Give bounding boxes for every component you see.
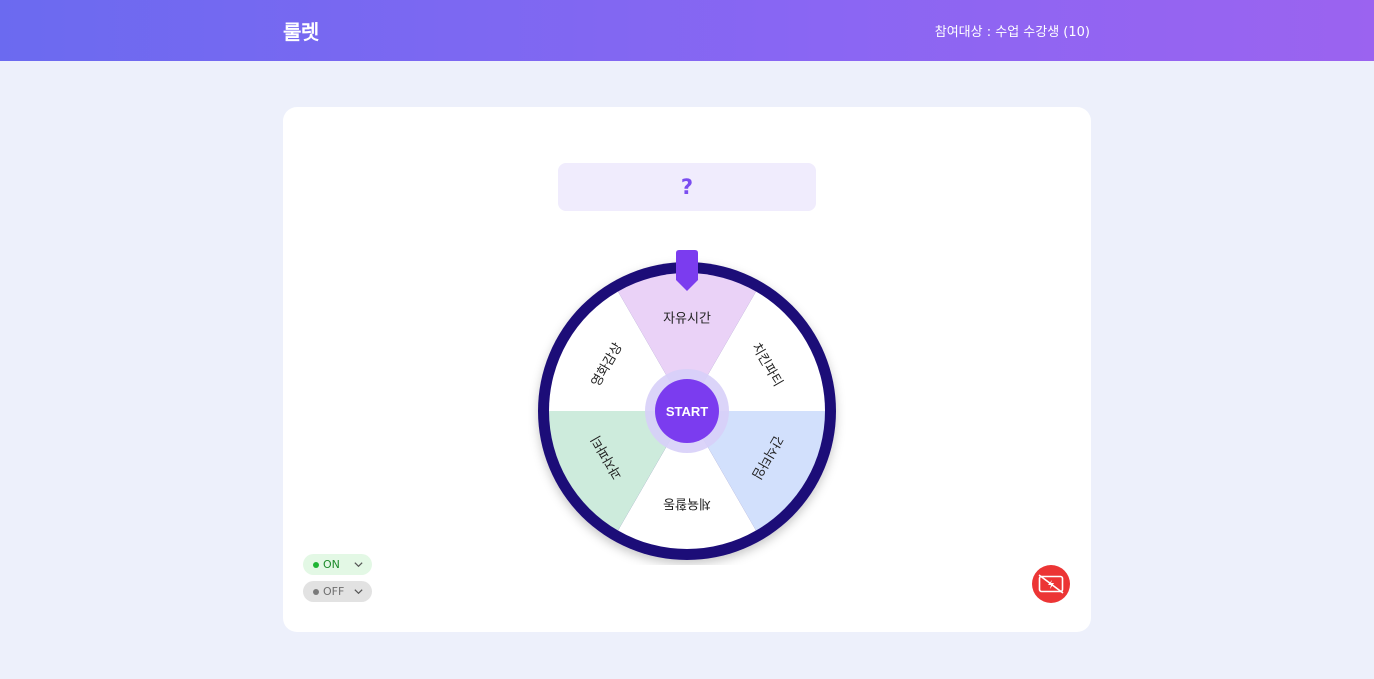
app-title: 룰렛 (283, 20, 319, 44)
off-status-dot (313, 588, 319, 595)
off-toggle-label: OFF (323, 585, 345, 598)
on-toggle[interactable]: ON (303, 554, 372, 575)
chevron-down-icon (354, 562, 363, 568)
result-text: ? (680, 175, 694, 199)
chevron-down-icon (354, 589, 363, 595)
participants-info: 참여대상 : 수업 수강생 (10) (934, 25, 1090, 40)
screen-off-icon (1038, 574, 1064, 594)
on-status-dot (313, 561, 319, 568)
screen-off-button[interactable] (1032, 565, 1070, 603)
off-toggle[interactable]: OFF (303, 581, 372, 602)
roulette-wheel[interactable]: 자유시간치킨파티간식타임체육활동과자파티영화감상 START (528, 247, 846, 565)
wheel-segment-label: 자유시간 (663, 312, 711, 327)
start-button-label[interactable]: START (666, 404, 708, 419)
on-toggle-label: ON (323, 558, 340, 571)
wheel-segment-label: 체육활동 (663, 496, 711, 511)
roulette-card: ? 자유시간 치킨파티 간식타임 체육활동 과자파티 영화감상 START ON OFF (283, 107, 1091, 632)
result-display: ? (558, 163, 816, 211)
top-bar: 룰렛 참여대상 : 수업 수강생 (10) (0, 0, 1374, 61)
